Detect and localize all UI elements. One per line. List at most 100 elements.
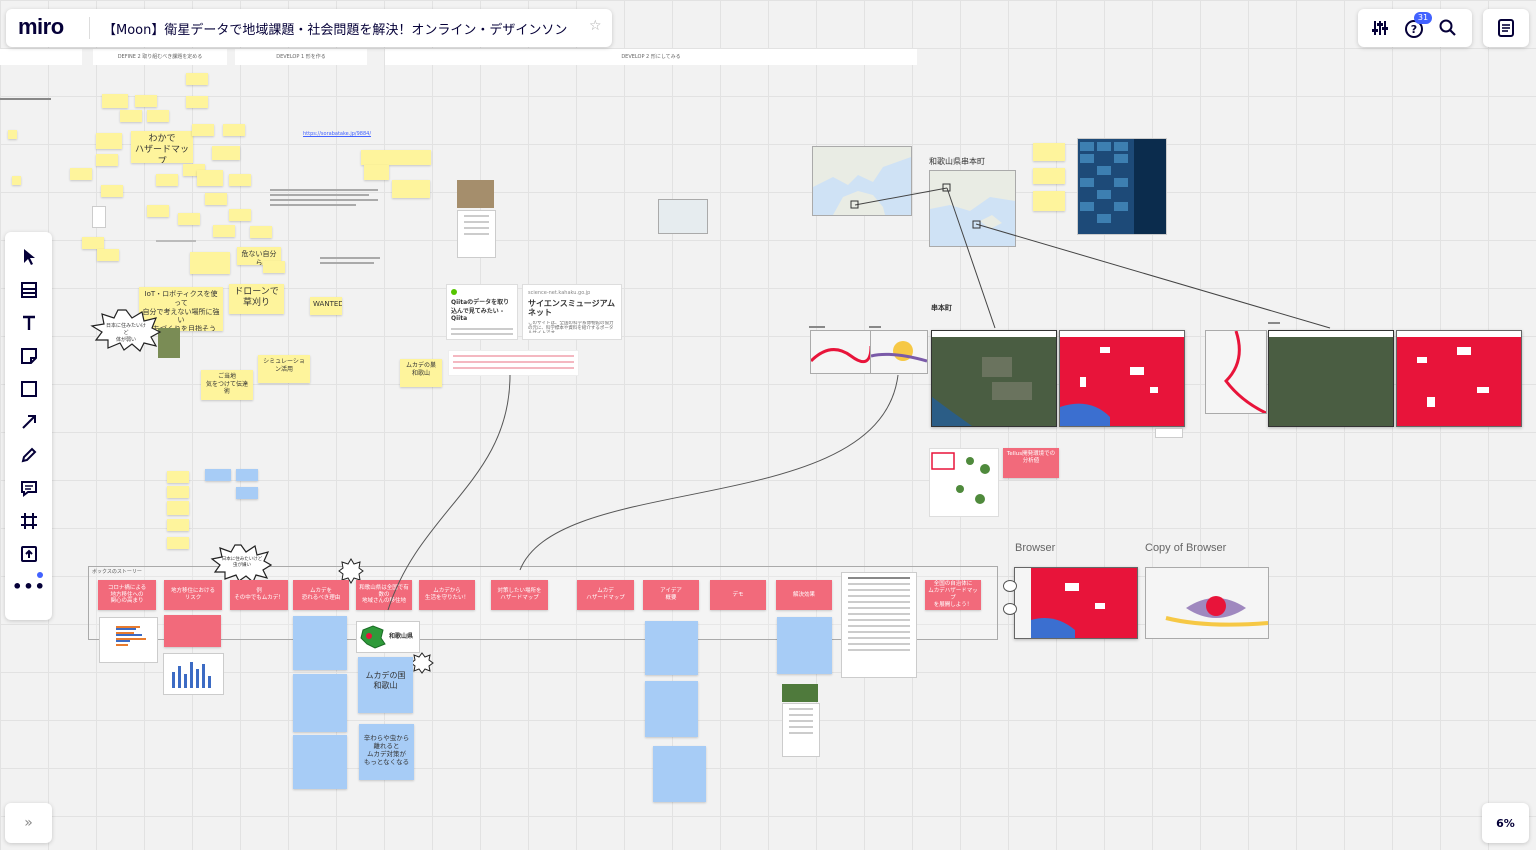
sticky-note[interactable]: [212, 146, 240, 160]
star-icon[interactable]: ☆: [589, 18, 602, 34]
sticky-note[interactable]: [97, 249, 119, 261]
select-cursor-icon[interactable]: [5, 240, 53, 273]
sticky-care[interactable]: ご当地 気をつけて伝達術: [201, 370, 253, 400]
sticky-note[interactable]: [1033, 168, 1065, 184]
sticky-note[interactable]: [96, 154, 118, 166]
sticky-note[interactable]: [263, 261, 285, 273]
sticky-note[interactable]: [293, 735, 347, 789]
expand-panel-button[interactable]: »: [5, 803, 52, 843]
map-thumbnail[interactable]: [658, 199, 708, 234]
arrow-connector-icon[interactable]: [5, 405, 53, 438]
satellite-screenshot[interactable]: [1268, 330, 1394, 427]
sticky-note[interactable]: [392, 180, 430, 198]
miro-logo[interactable]: miro: [18, 14, 64, 40]
sticky-note[interactable]: [653, 746, 706, 802]
sticky-note[interactable]: [205, 469, 231, 481]
sticky-note[interactable]: [645, 621, 698, 675]
sticky-note[interactable]: [8, 130, 17, 139]
story-sticky[interactable]: 地方移住における リスク: [164, 580, 222, 610]
thumbnail-image[interactable]: [92, 206, 106, 228]
sticky-note[interactable]: [205, 193, 227, 205]
sticky-note[interactable]: [236, 487, 258, 499]
hazard-screenshot[interactable]: [1396, 330, 1522, 427]
document-image[interactable]: [782, 703, 820, 757]
sticky-note[interactable]: [293, 616, 347, 670]
sticky-note[interactable]: [192, 124, 214, 136]
sticky-note[interactable]: [147, 110, 169, 122]
sticky-note[interactable]: [156, 174, 178, 186]
notes-panel-button[interactable]: [1483, 9, 1529, 47]
settings-sliders-icon[interactable]: [1364, 12, 1396, 44]
more-tools-icon[interactable]: •••: [5, 570, 53, 603]
sticky-drone[interactable]: ドローンで 草刈り: [229, 284, 284, 314]
sticky-note[interactable]: [213, 225, 235, 237]
sticky-mukade-wakayama[interactable]: ムカデの国 和歌山: [358, 657, 413, 713]
sticky-note[interactable]: [164, 615, 221, 647]
sticky-note[interactable]: [197, 170, 223, 186]
sticky-note[interactable]: [12, 176, 21, 185]
story-sticky[interactable]: 例 その中でもムカデ！: [230, 580, 288, 610]
sticky-blue-note[interactable]: 辛わらや虫から 離れると ムカデ対策が もっとなくなる: [359, 724, 414, 780]
sticky-wanted[interactable]: WANTED: [310, 297, 342, 315]
hazard-screenshot[interactable]: [1059, 330, 1185, 427]
photo-image[interactable]: [457, 180, 494, 208]
chart-image[interactable]: [99, 617, 158, 663]
templates-icon[interactable]: [5, 273, 53, 306]
sticky-note[interactable]: [167, 537, 189, 549]
board-title[interactable]: 【Moon】衛星データで地域課題・社会問題を解決！オンライン・デザインソン: [103, 19, 567, 38]
sticky-note[interactable]: [777, 617, 832, 674]
sticky-note[interactable]: [167, 471, 189, 483]
sticky-note[interactable]: [102, 94, 128, 108]
photo-grid-image[interactable]: [1077, 138, 1167, 235]
sticky-note[interactable]: [167, 501, 189, 515]
pen-icon[interactable]: [5, 438, 53, 471]
card-qiita[interactable]: Qiitaのデータを取り込んで見てみたい - Qiita: [446, 284, 518, 340]
comment-bubble[interactable]: [1003, 580, 1017, 592]
link-url[interactable]: https://sorabatake.jp/9884/: [303, 131, 371, 137]
browser-copy-screenshot[interactable]: [1145, 567, 1269, 639]
search-icon[interactable]: [1432, 12, 1464, 44]
story-sticky[interactable]: ムカデを 恐れるべき理由: [293, 580, 349, 610]
sticky-note[interactable]: [70, 168, 92, 180]
chart-image[interactable]: [163, 653, 224, 695]
caption-image[interactable]: [1155, 428, 1183, 438]
sticky-note[interactable]: [167, 486, 189, 498]
sticky-note[interactable]: [186, 96, 208, 108]
upload-icon[interactable]: [5, 537, 53, 570]
sticky-note[interactable]: [364, 165, 389, 180]
sticky-note[interactable]: [147, 205, 169, 217]
document-image[interactable]: [457, 210, 496, 258]
text-tool-icon[interactable]: [5, 306, 53, 339]
sticky-hazard-map[interactable]: わかで ハザードマップ: [131, 131, 193, 163]
sticky-note[interactable]: [229, 174, 251, 186]
story-sticky[interactable]: コロナ禍による 地方移住への 関心の高まり: [98, 580, 156, 610]
sticky-note[interactable]: [96, 133, 122, 149]
sticky-note[interactable]: [361, 150, 431, 165]
sticky-note[interactable]: [135, 95, 157, 107]
map-thumbnail[interactable]: [1205, 330, 1267, 414]
sticky-tellus[interactable]: Tellus開発環境での分析値: [1003, 448, 1059, 478]
sticky-note[interactable]: [190, 252, 230, 274]
sticky-note[interactable]: [223, 124, 245, 136]
shape-tool-icon[interactable]: [5, 372, 53, 405]
map-grid-image[interactable]: [929, 448, 999, 517]
sticky-note[interactable]: [167, 519, 189, 531]
sticky-note[interactable]: [645, 681, 698, 737]
browser-screenshot[interactable]: [1014, 567, 1138, 639]
sticky-note[interactable]: [229, 209, 251, 221]
sticky-note[interactable]: [1033, 191, 1065, 211]
sticky-note[interactable]: [1033, 143, 1065, 161]
sticky-note[interactable]: [236, 469, 258, 481]
sticky-note[interactable]: [82, 237, 104, 249]
frame-tool-icon[interactable]: [5, 504, 53, 537]
sticky-note[interactable]: [101, 185, 123, 197]
comment-icon[interactable]: [5, 471, 53, 504]
sticky-note-icon[interactable]: [5, 339, 53, 372]
comment-bubble[interactable]: [1003, 603, 1017, 615]
spiky-bubble[interactable]: [410, 652, 434, 674]
card-science-net[interactable]: science-net.kahaku.go.jp サイエンスミュージアムネット …: [522, 284, 622, 340]
sticky-note[interactable]: [178, 213, 200, 225]
sticky-note[interactable]: [120, 110, 142, 122]
sticky-note[interactable]: [186, 73, 208, 85]
sticky-note[interactable]: [250, 226, 272, 238]
